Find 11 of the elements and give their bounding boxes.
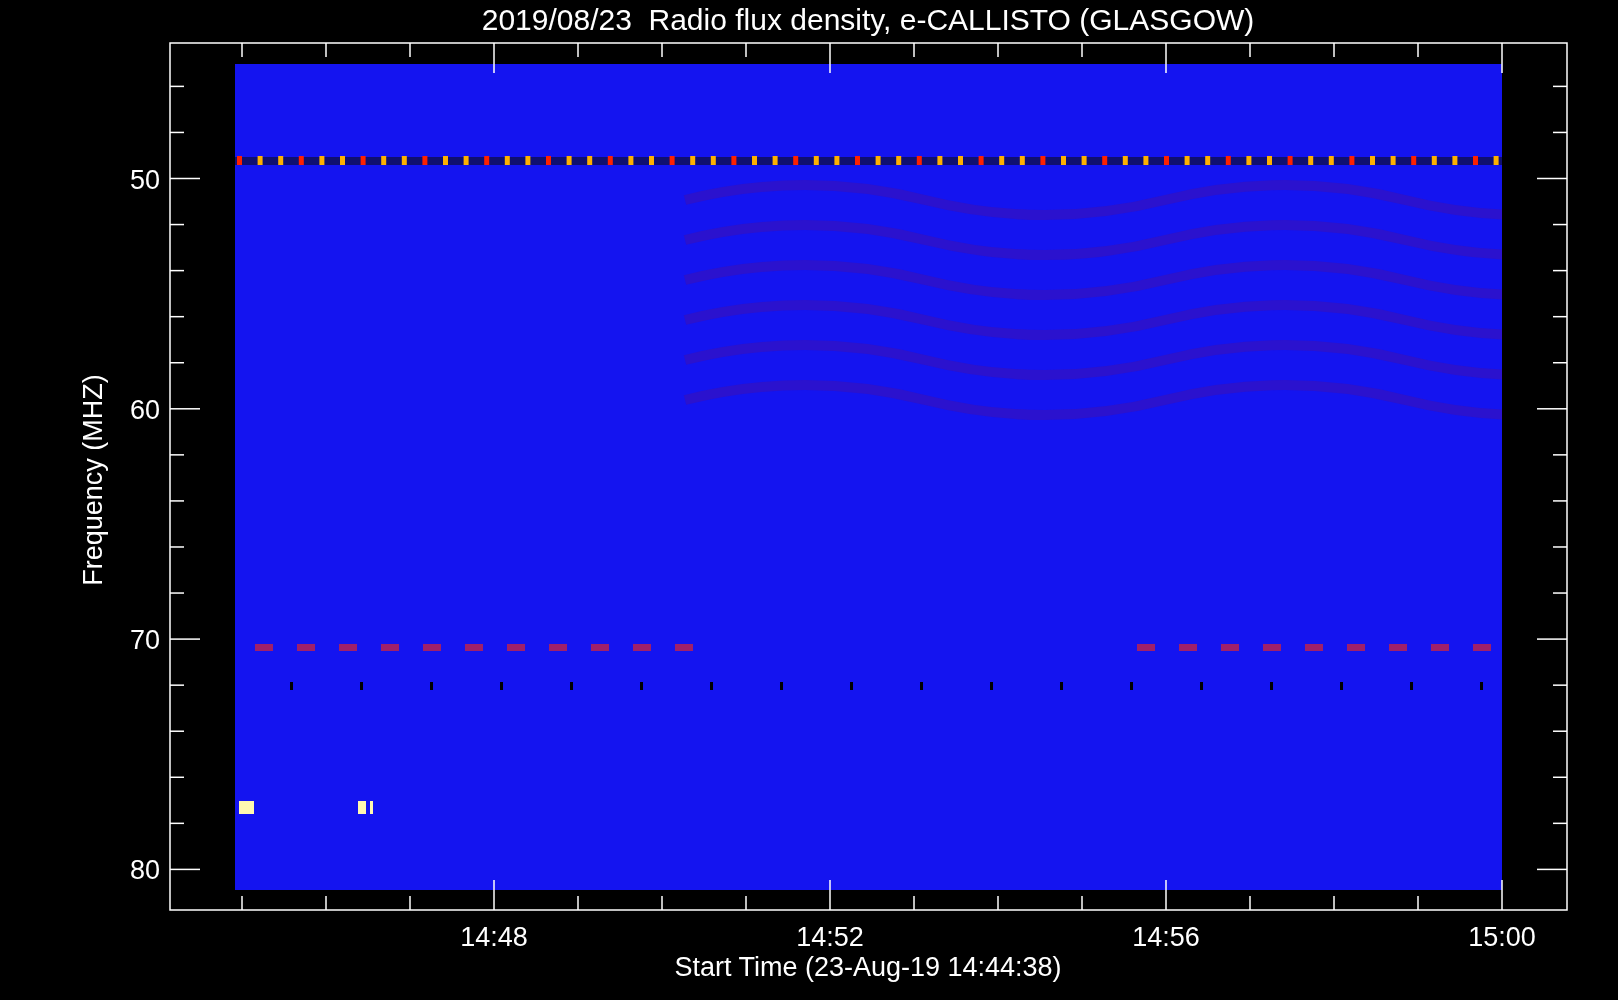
y-axis-label: Frequency (MHZ) <box>78 374 108 586</box>
y-tick-label: 60 <box>129 394 160 425</box>
y-tick-label: 50 <box>129 164 160 195</box>
plot-title: 2019/08/23 Radio flux density, e-CALLISTO (GLASGOW) <box>481 3 1255 36</box>
y-tick-label: 80 <box>129 855 160 886</box>
x-axis-label: Start Time (23-Aug-19 14:44:38) <box>674 952 1062 982</box>
x-tick-label: 15:00 <box>1468 922 1536 952</box>
x-tick-label: 14:56 <box>1132 922 1200 952</box>
x-tick-label: 14:52 <box>796 922 864 952</box>
y-tick-label: 70 <box>129 625 160 656</box>
x-tick-label: 14:48 <box>460 922 528 952</box>
